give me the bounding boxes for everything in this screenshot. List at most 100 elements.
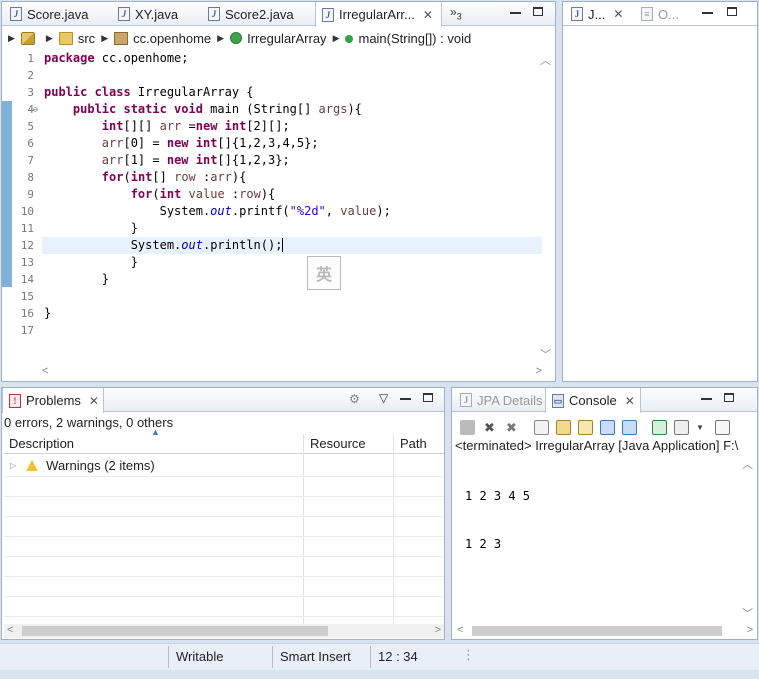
table-row[interactable]: ▷ Warnings (2 items) — [10, 458, 155, 473]
status-grip-icon[interactable]: ⋮ — [462, 647, 475, 663]
console-output-line: 1 2 3 — [465, 537, 502, 551]
expand-icon[interactable]: ▷ — [10, 461, 16, 470]
open-console-icon[interactable] — [714, 419, 730, 435]
scroll-right-icon[interactable]: > — [536, 365, 542, 377]
overflow-chevron-icon: » — [450, 5, 457, 19]
chevron-right-icon[interactable]: ▶ — [217, 33, 224, 44]
scroll-left-icon[interactable]: < — [457, 624, 463, 636]
console-toolbar: ✖ ✖ ▼ — [460, 416, 730, 438]
tab-jpa-details[interactable]: J JPA Details — [454, 388, 543, 412]
overflow-tabs-button[interactable]: »3 — [450, 5, 462, 21]
breadcrumb-package[interactable]: cc.openhome — [114, 31, 211, 46]
column-description[interactable]: Description — [9, 436, 74, 451]
code-line: } — [44, 221, 138, 235]
tab-score2-java[interactable]: J Score2.java — [202, 2, 294, 26]
minimize-icon[interactable] — [400, 398, 411, 400]
chevron-right-icon[interactable]: ▶ — [333, 33, 340, 44]
minimize-icon[interactable] — [701, 398, 712, 400]
code-editor[interactable]: 1 2 3 4 ⊖ 5 6 7 8 9 10 11 12 13 14 15 16 … — [2, 50, 542, 365]
row-divider — [4, 496, 444, 497]
breadcrumb-class[interactable]: IrregularArray — [230, 30, 327, 46]
close-icon[interactable]: ✕ — [423, 8, 433, 22]
breadcrumb-label: src — [77, 30, 96, 46]
code-line: arr[1] = new int[]{1,2,3}; — [101, 153, 290, 167]
ime-indicator: 英 — [307, 256, 341, 290]
clear-console-icon[interactable] — [534, 419, 549, 435]
tab-label: Score2.java — [225, 6, 294, 22]
console-vertical-scrollbar[interactable]: ︿ ﹀ — [742, 456, 754, 621]
view-menu-icon[interactable]: ▽ — [379, 391, 388, 405]
tab-outline[interactable]: ≡ O... — [635, 2, 679, 26]
row-divider — [4, 476, 444, 477]
tab-label: O... — [658, 6, 679, 22]
maximize-icon[interactable] — [533, 7, 543, 16]
tab-label: J... — [588, 6, 606, 22]
maximize-icon[interactable] — [727, 7, 737, 16]
scrollbar-thumb[interactable] — [472, 626, 722, 636]
editor-pane: J Score.java J XY.java J Score2.java J I… — [1, 1, 556, 382]
tab-score-java[interactable]: J Score.java — [4, 2, 88, 26]
scroll-right-icon[interactable]: > — [747, 624, 753, 636]
remove-launch-icon[interactable]: ✖ — [482, 420, 497, 435]
breadcrumb-src[interactable]: src — [58, 30, 96, 46]
column-path[interactable]: Path — [400, 436, 427, 451]
word-wrap-icon[interactable] — [578, 419, 593, 435]
minimize-icon[interactable] — [510, 12, 521, 14]
status-separator — [168, 646, 169, 668]
tab-label: IrregularArr... — [339, 7, 415, 22]
chevron-right-icon[interactable]: ▶ — [8, 33, 15, 44]
tab-java-browsing[interactable]: J J... ✕ — [565, 2, 623, 26]
scroll-right-icon[interactable]: > — [435, 624, 441, 636]
scroll-up-icon[interactable]: ︿ — [540, 52, 551, 68]
scrollbar-thumb[interactable] — [22, 626, 328, 636]
close-icon[interactable]: ✕ — [613, 7, 623, 21]
editor-horizontal-scrollbar[interactable]: < > — [42, 365, 542, 379]
pin-console-icon[interactable] — [652, 419, 667, 435]
console-output[interactable]: 1 2 3 4 5 1 2 3 — [465, 456, 530, 584]
breadcrumb-label: IrregularArray — [247, 30, 327, 46]
breadcrumb-method[interactable]: main(String[]) : void — [345, 31, 471, 46]
breadcrumb-project[interactable] — [20, 31, 40, 45]
tab-irregulararray-java[interactable]: J IrregularArr... ✕ — [315, 2, 442, 27]
outline-pane: J J... ✕ ≡ O... — [562, 1, 758, 382]
tab-label: Console — [569, 393, 617, 408]
console-pane: J JPA Details ▭ Console ✕ ✖ ✖ ▼ <termina… — [451, 387, 758, 640]
problems-summary: 0 errors, 2 warnings, 0 others — [4, 415, 174, 430]
terminate-icon[interactable] — [460, 419, 475, 435]
tab-label: Score.java — [27, 6, 89, 22]
problems-horizontal-scrollbar[interactable]: < > — [4, 624, 444, 638]
chevron-right-icon[interactable]: ▶ — [101, 33, 108, 44]
status-insert-mode[interactable]: Smart Insert — [280, 649, 351, 664]
show-on-output-icon[interactable] — [600, 419, 615, 435]
package-icon — [114, 31, 129, 45]
scroll-left-icon[interactable]: < — [42, 365, 48, 377]
tab-console[interactable]: ▭ Console ✕ — [545, 388, 641, 413]
minimize-icon[interactable] — [702, 12, 713, 14]
view-toolbar-icon[interactable]: ⚙ — [349, 392, 360, 406]
tab-xy-java[interactable]: J XY.java — [112, 2, 178, 26]
close-icon[interactable]: ✕ — [89, 394, 99, 408]
dropdown-arrow-icon[interactable]: ▼ — [696, 423, 704, 432]
tab-problems[interactable]: ! Problems ✕ — [2, 388, 104, 413]
maximize-icon[interactable] — [423, 393, 433, 402]
console-horizontal-scrollbar[interactable]: < > — [454, 624, 756, 638]
scroll-down-icon[interactable]: ﹀ — [742, 605, 753, 621]
remove-all-terminated-icon[interactable]: ✖ — [504, 420, 519, 435]
line-number: 17 — [20, 324, 34, 337]
scroll-up-icon[interactable]: ︿ — [742, 456, 753, 472]
maximize-icon[interactable] — [724, 393, 734, 402]
show-on-error-icon[interactable] — [622, 419, 637, 435]
close-icon[interactable]: ✕ — [625, 394, 635, 408]
scroll-lock-icon[interactable] — [556, 419, 571, 435]
chevron-right-icon[interactable]: ▶ — [46, 33, 53, 44]
outline-tabbar: J J... ✕ ≡ O... — [563, 2, 757, 26]
hierarchy-icon: J — [571, 7, 583, 21]
column-resource[interactable]: Resource — [310, 436, 366, 451]
scroll-down-icon[interactable]: ﹀ — [540, 346, 551, 362]
display-selected-console-icon[interactable] — [674, 419, 689, 435]
scroll-left-icon[interactable]: < — [7, 624, 13, 636]
tab-label: Problems — [26, 393, 81, 408]
row-divider — [4, 616, 444, 617]
editor-vertical-scrollbar[interactable]: ︿ ﹀ — [540, 52, 552, 362]
editor-tabbar: J Score.java J XY.java J Score2.java J I… — [2, 2, 555, 27]
